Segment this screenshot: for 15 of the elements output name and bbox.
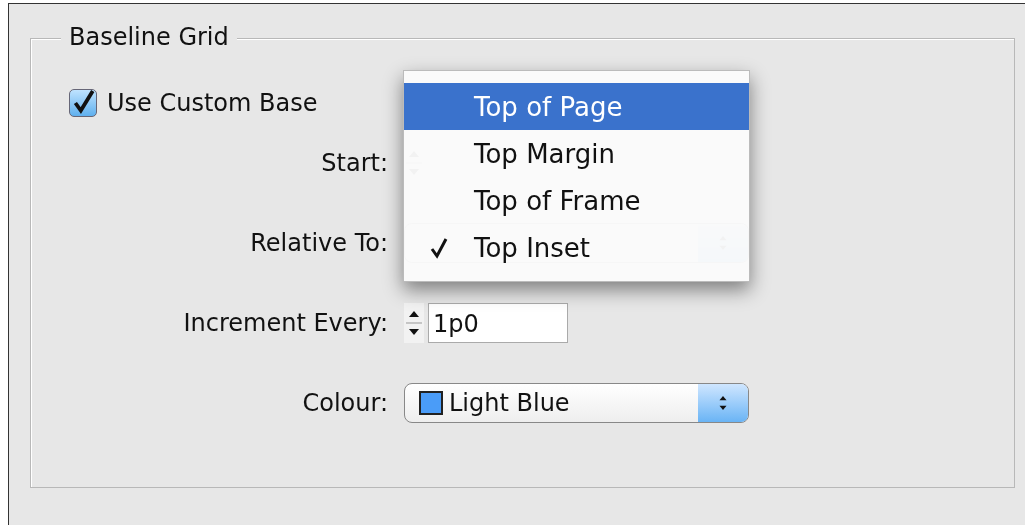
checkbox[interactable] (69, 89, 97, 117)
popup-value: Light Blue (449, 389, 570, 417)
popup-button[interactable]: Light Blue (404, 383, 749, 423)
field-label: Increment Every: (183, 308, 388, 339)
stepper-arrows-icon[interactable] (404, 303, 424, 343)
field-label: Relative To: (250, 228, 388, 259)
popup-arrows-icon (698, 384, 748, 422)
menu-item[interactable]: Top of Frame (404, 177, 749, 224)
menu-item[interactable]: Top Margin (404, 130, 749, 177)
menu-item[interactable]: Top Inset (404, 224, 749, 271)
input-field[interactable]: 1p0 (428, 303, 568, 343)
field-label: Start: (321, 148, 388, 179)
field-label: Colour: (302, 388, 388, 419)
menu-item[interactable]: Top of Page (404, 83, 749, 130)
checkbox-label[interactable]: Use Custom Base (107, 89, 318, 117)
